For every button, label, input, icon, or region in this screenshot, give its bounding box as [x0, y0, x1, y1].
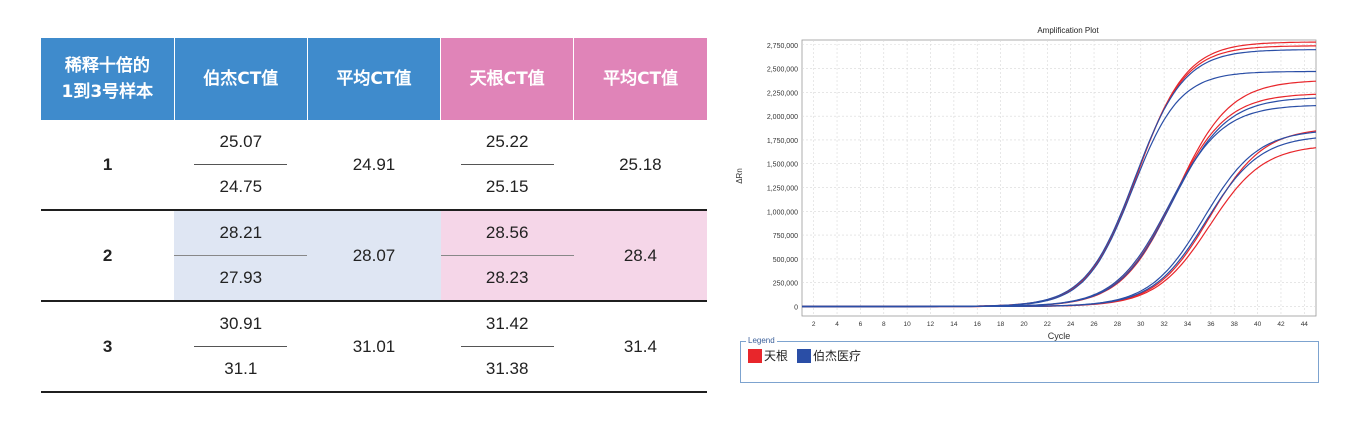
legend-item-tiangen[interactable]: 天根 — [748, 347, 788, 364]
bojie-ct-rep2: 24.75 — [219, 177, 263, 196]
tiangen-ct-rep1: 28.56 — [440, 211, 574, 256]
x-tick-label: 36 — [1207, 321, 1215, 328]
x-tick-label: 8 — [882, 321, 886, 328]
tiangen-ct-cell: 28.56 28.23 — [440, 210, 574, 302]
tiangen-avg-cell: 31.4 — [573, 301, 707, 393]
bojie-ct-rep1: 25.07 — [194, 120, 288, 165]
x-tick-label: 24 — [1067, 321, 1075, 328]
x-tick-label: 40 — [1254, 321, 1262, 328]
y-tick-label: 2,750,000 — [767, 43, 798, 50]
x-tick-label: 20 — [1020, 321, 1028, 328]
legend-label: 伯杰医疗 — [813, 349, 862, 363]
sample-index: 3 — [41, 301, 175, 393]
x-tick-label: 4 — [835, 321, 839, 328]
x-tick-label: 32 — [1161, 321, 1169, 328]
bojie-ct-rep2: 27.93 — [219, 268, 263, 287]
y-axis-ticks: 0 250,000 500,000 750,000 1,000,000 1,250,000… — [767, 43, 798, 312]
header-sample-line1: 稀释十倍的 — [64, 55, 150, 76]
header-bojie-ct: 伯杰CT值 — [174, 38, 308, 120]
x-tick-label: 16 — [974, 321, 982, 328]
tiangen-ct-rep2: 25.15 — [485, 177, 529, 196]
bojie-ct-cell: 28.21 27.93 — [174, 210, 308, 302]
bojie-ct-rep2: 31.1 — [224, 359, 258, 378]
y-tick-label: 750,000 — [773, 233, 798, 240]
y-tick-label: 1,500,000 — [767, 162, 798, 169]
table-header-row: 稀释十倍的 1到3号样本 伯杰CT值 平均CT值 天根CT值 平均CT值 — [41, 38, 707, 120]
header-tiangen-avg: 平均CT值 — [573, 38, 707, 120]
x-tick-label: 38 — [1231, 321, 1239, 328]
y-tick-label: 2,250,000 — [767, 90, 798, 97]
header-bojie-avg: 平均CT值 — [307, 38, 442, 120]
x-tick-label: 34 — [1184, 321, 1192, 328]
amplification-plot: Amplification Plot 0 250,000 500,000 750,00… — [735, 26, 1317, 341]
x-tick-label: 12 — [927, 321, 935, 328]
tiangen-ct-rep2: 28.23 — [485, 268, 529, 287]
bojie-avg-cell: 24.91 — [307, 120, 441, 211]
y-tick-label: 2,000,000 — [767, 114, 798, 121]
x-tick-label: 10 — [904, 321, 912, 328]
x-tick-label: 18 — [997, 321, 1005, 328]
x-tick-label: 26 — [1090, 321, 1098, 328]
header-sample-line2: 1到3号样本 — [61, 82, 154, 102]
tiangen-ct-rep1: 25.22 — [460, 120, 554, 165]
bojie-ct-rep1: 28.21 — [174, 211, 308, 256]
sample-index: 2 — [41, 210, 175, 302]
x-tick-label: 28 — [1114, 321, 1122, 328]
y-tick-label: 0 — [794, 304, 798, 311]
tiangen-ct-rep1: 31.42 — [460, 302, 554, 347]
tiangen-ct-cell: 25.22 25.15 — [440, 120, 574, 211]
y-tick-label: 1,250,000 — [767, 186, 798, 193]
x-tick-label: 6 — [859, 321, 863, 328]
y-tick-label: 2,500,000 — [767, 67, 798, 74]
bojie-avg-cell: 28.07 — [307, 210, 441, 302]
y-axis-label: ΔRn — [735, 168, 744, 184]
y-tick-label: 500,000 — [773, 257, 798, 264]
bojie-ct-cell: 25.07 24.75 — [174, 120, 308, 211]
tiangen-avg-cell: 28.4 — [573, 210, 707, 302]
x-tick-label: 22 — [1044, 321, 1052, 328]
plot-area — [801, 39, 1317, 317]
sample-index: 1 — [41, 120, 175, 211]
table-row: 2 28.21 27.93 28.07 28.56 28.23 28.4 — [41, 210, 707, 302]
bojie-ct-cell: 30.91 31.1 — [174, 301, 308, 393]
chart-title: Amplification Plot — [1037, 26, 1099, 35]
x-tick-label: 44 — [1301, 321, 1309, 328]
x-tick-label: 2 — [812, 321, 816, 328]
y-tick-label: 1,750,000 — [767, 138, 798, 145]
table-row: 3 30.91 31.1 31.01 31.42 31.38 31.4 — [41, 301, 707, 393]
bojie-avg-cell: 31.01 — [307, 301, 441, 393]
y-tick-label: 250,000 — [773, 281, 798, 288]
legend-item-bojie[interactable]: 伯杰医疗 — [797, 347, 861, 364]
legend-label: 天根 — [764, 349, 789, 363]
ct-value-table: 稀释十倍的 1到3号样本 伯杰CT值 平均CT值 天根CT值 平均CT值 1 25… — [41, 38, 707, 393]
x-tick-label: 30 — [1137, 321, 1145, 328]
x-axis-label: Cycle — [1048, 331, 1071, 341]
x-axis-ticks: 2 4 6 8 10 12 14 16 18 20 22 24 26 28 30 32 34 36 38 40 42 44 — [812, 321, 1308, 328]
legend-title: Legend — [746, 336, 777, 345]
x-tick-label: 14 — [950, 321, 958, 328]
tiangen-ct-rep2: 31.38 — [485, 359, 529, 378]
tiangen-avg-cell: 25.18 — [573, 120, 707, 211]
header-tiangen-ct: 天根CT值 — [440, 38, 575, 120]
table-row: 1 25.07 24.75 24.91 25.22 25.15 25.18 — [41, 120, 707, 211]
legend-swatch-red — [748, 348, 762, 363]
bojie-ct-rep1: 30.91 — [194, 302, 288, 347]
y-tick-label: 1,000,000 — [767, 209, 798, 216]
legend-swatch-blue — [797, 348, 811, 363]
x-tick-label: 42 — [1277, 321, 1285, 328]
header-sample: 稀释十倍的 1到3号样本 — [41, 38, 175, 120]
tiangen-ct-cell: 31.42 31.38 — [440, 301, 574, 393]
